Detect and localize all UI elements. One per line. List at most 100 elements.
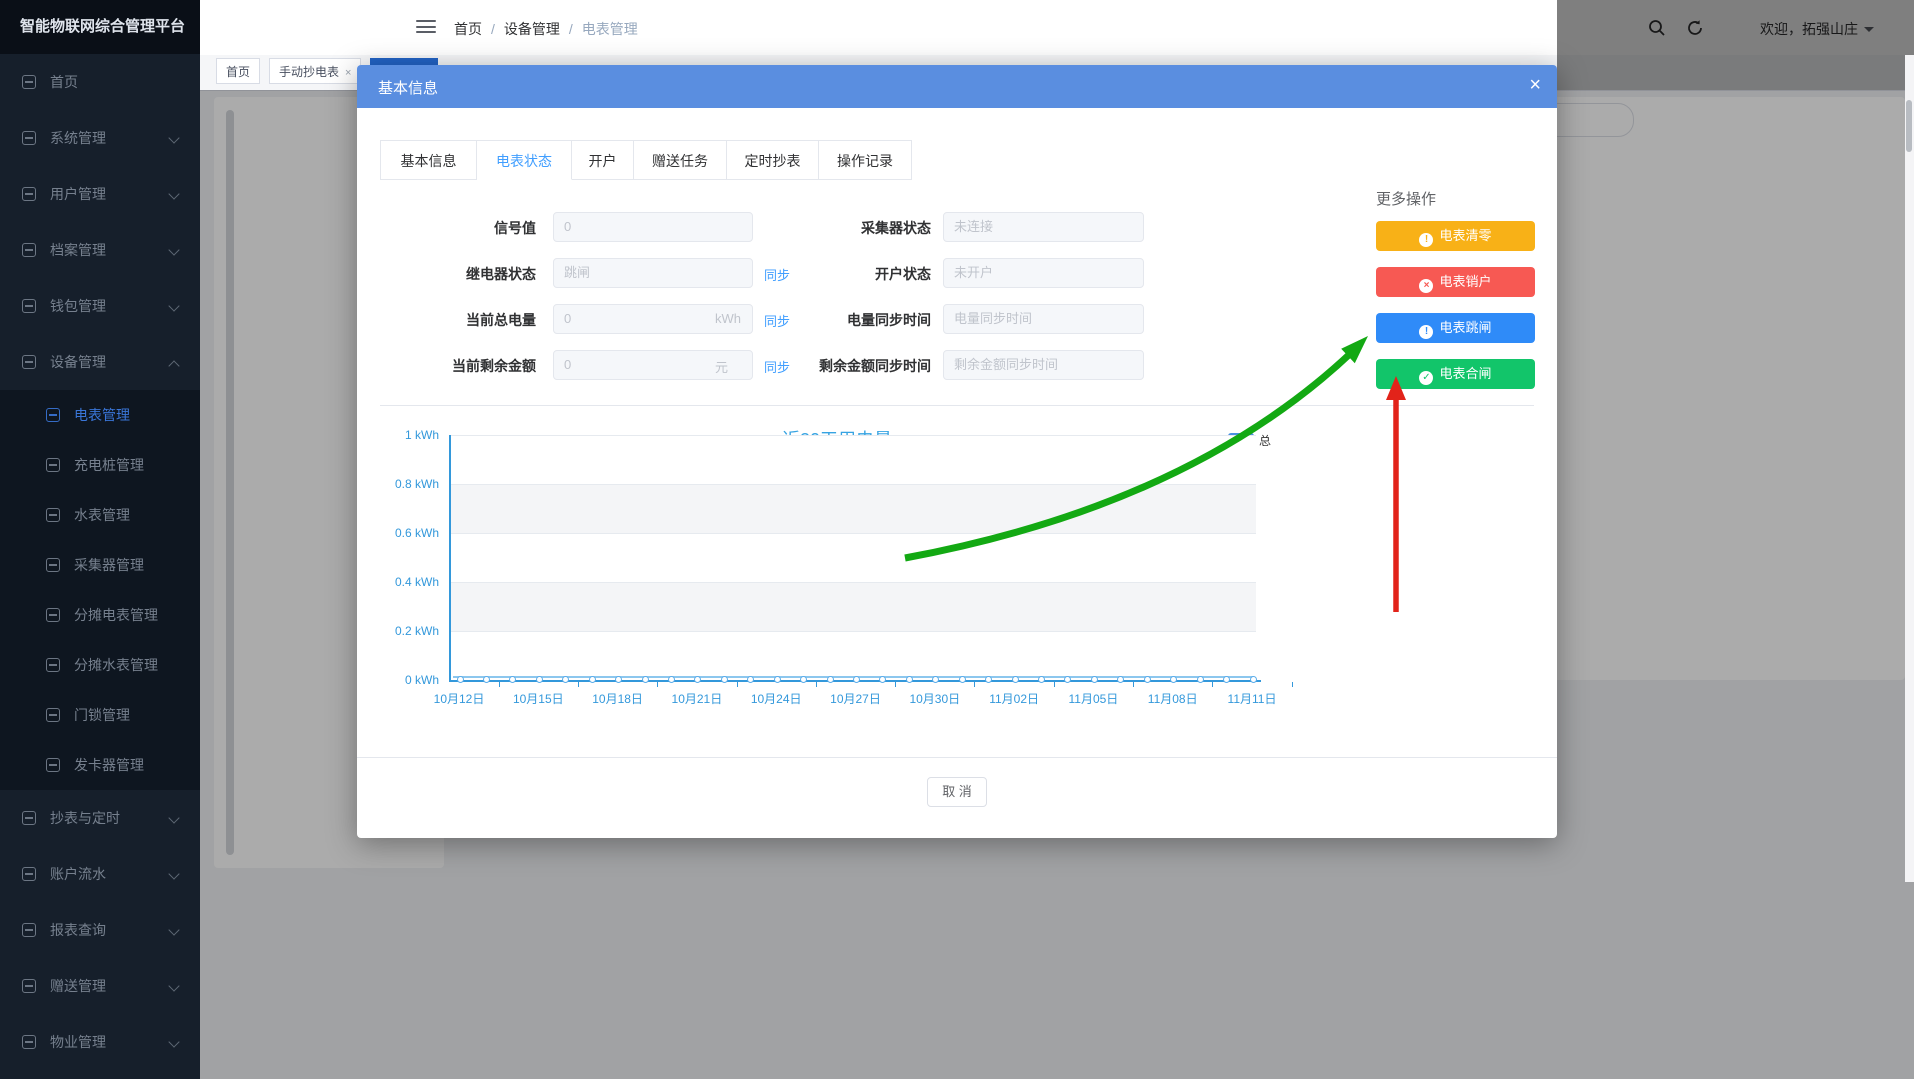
field-label: 当前总电量 <box>380 310 536 330</box>
chart-gridline <box>449 484 1256 485</box>
sidebar: 智能物联网综合管理平台 首页系统管理用户管理档案管理钱包管理设备管理电表管理充电… <box>0 0 200 1079</box>
chart-gridline <box>449 435 1256 436</box>
action-button-电表合闸[interactable]: ✓电表合闸 <box>1376 359 1535 389</box>
sidebar-subitem-发卡器管理[interactable]: 发卡器管理 <box>0 740 200 790</box>
cancel-button[interactable]: 取 消 <box>927 777 987 807</box>
breadcrumb-item[interactable]: 设备管理 <box>504 21 560 37</box>
dialog-tab-电表状态[interactable]: 电表状态 <box>477 140 572 180</box>
sidebar-subitem-门锁管理[interactable]: 门锁管理 <box>0 690 200 740</box>
device-icon <box>22 355 36 369</box>
field-input-开户状态[interactable]: 未开户 <box>943 258 1144 288</box>
x-axis-label: 10月15日 <box>503 690 573 707</box>
sidebar-item-物业管理[interactable]: 物业管理 <box>0 1014 200 1070</box>
input-suffix: kWh <box>715 311 741 326</box>
field-input-信号值[interactable]: 0 <box>553 212 753 242</box>
sidebar-item-抄表与定时[interactable]: 抄表与定时 <box>0 790 200 846</box>
sidebar-item-钱包管理[interactable]: 钱包管理 <box>0 278 200 334</box>
page-scrollbar[interactable] <box>1905 55 1914 882</box>
sidebar-item-首页[interactable]: 首页 <box>0 54 200 110</box>
dialog-tab-开户[interactable]: 开户 <box>572 140 634 180</box>
menu-item-label: 用户管理 <box>50 166 106 222</box>
sidebar-subitem-水表管理[interactable]: 水表管理 <box>0 490 200 540</box>
archive-icon <box>22 243 36 257</box>
y-axis-label: 0.4 kWh <box>357 575 439 589</box>
data-point <box>509 676 516 683</box>
sidebar-item-设备管理[interactable]: 设备管理 <box>0 334 200 390</box>
x-axis-tick <box>974 682 975 687</box>
data-point <box>906 676 913 683</box>
sync-link[interactable]: 同步 <box>764 357 790 376</box>
property-icon <box>22 1035 36 1049</box>
field-input-剩余金额同步时间[interactable]: 剩余金额同步时间 <box>943 350 1144 380</box>
sidebar-subitem-分摊电表管理[interactable]: 分摊电表管理 <box>0 590 200 640</box>
button-label: 电表合闸 <box>1439 366 1491 381</box>
dialog-tab-基本信息[interactable]: 基本信息 <box>380 140 477 180</box>
sidebar-item-报表查询[interactable]: 报表查询 <box>0 902 200 958</box>
footer-divider <box>357 757 1557 758</box>
x-axis-tick <box>1212 682 1213 687</box>
y-axis-label: 0.6 kWh <box>357 526 439 540</box>
menu-item-label: 抄表与定时 <box>50 790 120 846</box>
close-icon[interactable]: × <box>1529 73 1541 97</box>
warning-circle-icon: ! <box>1419 233 1433 247</box>
menu-item-label: 物业管理 <box>50 1014 106 1070</box>
field-label: 开户状态 <box>791 264 931 284</box>
user-icon <box>22 187 36 201</box>
field-input-采集器状态[interactable]: 未连接 <box>943 212 1144 242</box>
chart-split-band <box>449 484 1256 533</box>
action-button-电表销户[interactable]: ×电表销户 <box>1376 267 1535 297</box>
field-label: 当前剩余金额 <box>380 356 536 376</box>
electric-meter-icon <box>46 408 60 422</box>
breadcrumb-item[interactable]: 首页 <box>454 21 482 37</box>
data-point <box>1091 676 1098 683</box>
water-meter-icon <box>46 508 60 522</box>
warning-circle-icon: ! <box>1419 325 1433 339</box>
data-point <box>827 676 834 683</box>
y-axis-label: 0 kWh <box>357 673 439 687</box>
field-input-电量同步时间[interactable]: 电量同步时间 <box>943 304 1144 334</box>
sidebar-subitem-充电桩管理[interactable]: 充电桩管理 <box>0 440 200 490</box>
modal-overlay-top-right <box>1557 0 1914 90</box>
close-icon[interactable]: × <box>345 60 351 86</box>
data-point <box>642 676 649 683</box>
dialog-tab-定时抄表[interactable]: 定时抄表 <box>727 140 819 180</box>
breadcrumb-separator: / <box>491 21 495 37</box>
field-input-继电器状态[interactable]: 跳闸 <box>553 258 753 288</box>
sidebar-item-赠送管理[interactable]: 赠送管理 <box>0 958 200 1014</box>
tag-item[interactable]: 手动抄电表× <box>269 58 361 84</box>
menu-item-label: 设备管理 <box>50 334 106 390</box>
data-point <box>1223 676 1230 683</box>
data-point <box>747 676 754 683</box>
chevron-down-icon <box>168 300 179 311</box>
data-point <box>536 676 543 683</box>
button-label: 电表清零 <box>1439 228 1491 243</box>
menu-item-label: 充电桩管理 <box>74 440 144 490</box>
sidebar-item-用户管理[interactable]: 用户管理 <box>0 166 200 222</box>
chart-gridline <box>449 533 1256 534</box>
hamburger-icon[interactable] <box>416 20 436 36</box>
action-button-电表跳闸[interactable]: !电表跳闸 <box>1376 313 1535 343</box>
sync-link[interactable]: 同步 <box>764 265 790 284</box>
sync-link[interactable]: 同步 <box>764 311 790 330</box>
gear-icon <box>22 131 36 145</box>
basic-info-dialog: 基本信息 × 信号值0继电器状态跳闸同步当前总电量0kWh同步当前剩余金额0元同… <box>357 65 1557 838</box>
sidebar-subitem-电表管理[interactable]: 电表管理 <box>0 390 200 440</box>
dialog-tab-操作记录[interactable]: 操作记录 <box>819 140 912 180</box>
data-point <box>853 676 860 683</box>
action-button-电表清零[interactable]: ! 电表清零 <box>1376 221 1535 251</box>
dialog-tab-赠送任务[interactable]: 赠送任务 <box>634 140 727 180</box>
sidebar-subitem-分摊水表管理[interactable]: 分摊水表管理 <box>0 640 200 690</box>
page-scrollbar-thumb[interactable] <box>1906 100 1912 152</box>
sidebar-item-档案管理[interactable]: 档案管理 <box>0 222 200 278</box>
more-actions-title: 更多操作 <box>1376 188 1535 209</box>
tag-item[interactable]: 首页 <box>216 58 260 84</box>
sidebar-item-系统管理[interactable]: 系统管理 <box>0 110 200 166</box>
x-axis-label: 10月30日 <box>900 690 970 707</box>
card-issuer-icon <box>46 758 60 772</box>
x-axis-tick <box>1054 682 1055 687</box>
data-point <box>721 676 728 683</box>
data-point <box>800 676 807 683</box>
sidebar-subitem-采集器管理[interactable]: 采集器管理 <box>0 540 200 590</box>
x-axis-label: 11月05日 <box>1058 690 1128 707</box>
sidebar-item-账户流水[interactable]: 账户流水 <box>0 846 200 902</box>
